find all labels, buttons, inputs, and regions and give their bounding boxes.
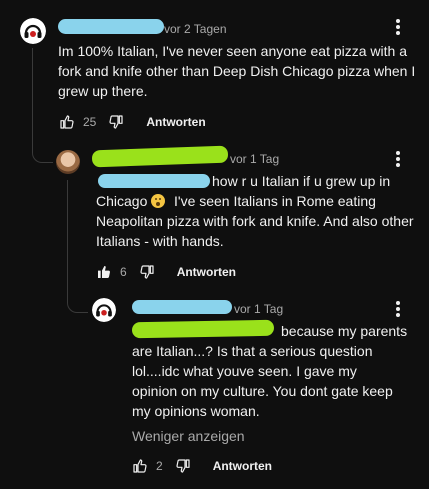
thumbs-up-icon[interactable]	[132, 458, 148, 474]
thumbs-up-filled-icon[interactable]	[96, 264, 112, 280]
comment-menu-button[interactable]	[395, 19, 401, 35]
reply-button[interactable]: Antworten	[146, 115, 205, 129]
comment-text-line1: how r u Italian if u grew up in	[212, 173, 391, 189]
show-less-button[interactable]: Weniger anzeigen	[132, 428, 245, 444]
thumbs-down-icon[interactable]	[139, 264, 155, 280]
redacted-author	[91, 145, 229, 168]
comment-text: Im 100% Italian, I've never seen anyone …	[58, 43, 416, 99]
reply-button[interactable]: Antworten	[177, 265, 236, 279]
like-count: 6	[120, 265, 127, 279]
redacted-mention	[98, 174, 210, 188]
comment-actions: 25 Antworten	[59, 112, 206, 132]
comment-text-rest: are Italian...? Is that a serious questi…	[132, 343, 393, 419]
like-count: 2	[156, 459, 163, 473]
thread-connector	[67, 278, 88, 313]
redacted-author	[58, 19, 164, 34]
headphones-avatar[interactable]	[92, 298, 116, 322]
photo-avatar[interactable]	[56, 150, 80, 174]
thumbs-down-icon[interactable]	[108, 114, 124, 130]
thread-line	[32, 48, 33, 138]
comment-menu-button[interactable]	[395, 301, 401, 317]
comment-text-rest: I've seen Italians in Rome eating Neapol…	[96, 193, 414, 249]
like-count: 25	[83, 115, 97, 129]
headphones-icon	[92, 298, 116, 322]
comment-actions: 6 Antworten	[96, 262, 236, 282]
redacted-mention	[131, 319, 275, 339]
comment-text-line1: because my parents	[281, 323, 408, 339]
thumbs-down-icon[interactable]	[175, 458, 191, 474]
comment-time: vor 1 Tag	[230, 152, 280, 166]
comment-actions: 2 Antworten	[132, 456, 272, 476]
headphones-avatar[interactable]	[20, 18, 46, 44]
redacted-author	[132, 300, 232, 314]
comment-time: vor 1 Tag	[234, 302, 284, 316]
headphones-icon	[20, 18, 46, 44]
comment-time: vor 2 Tagen	[164, 22, 227, 36]
thread-connector	[32, 128, 53, 163]
comment-menu-button[interactable]	[395, 151, 401, 167]
thumbs-up-icon[interactable]	[59, 114, 75, 130]
reply-button[interactable]: Antworten	[213, 459, 272, 473]
thread-line	[67, 180, 68, 280]
